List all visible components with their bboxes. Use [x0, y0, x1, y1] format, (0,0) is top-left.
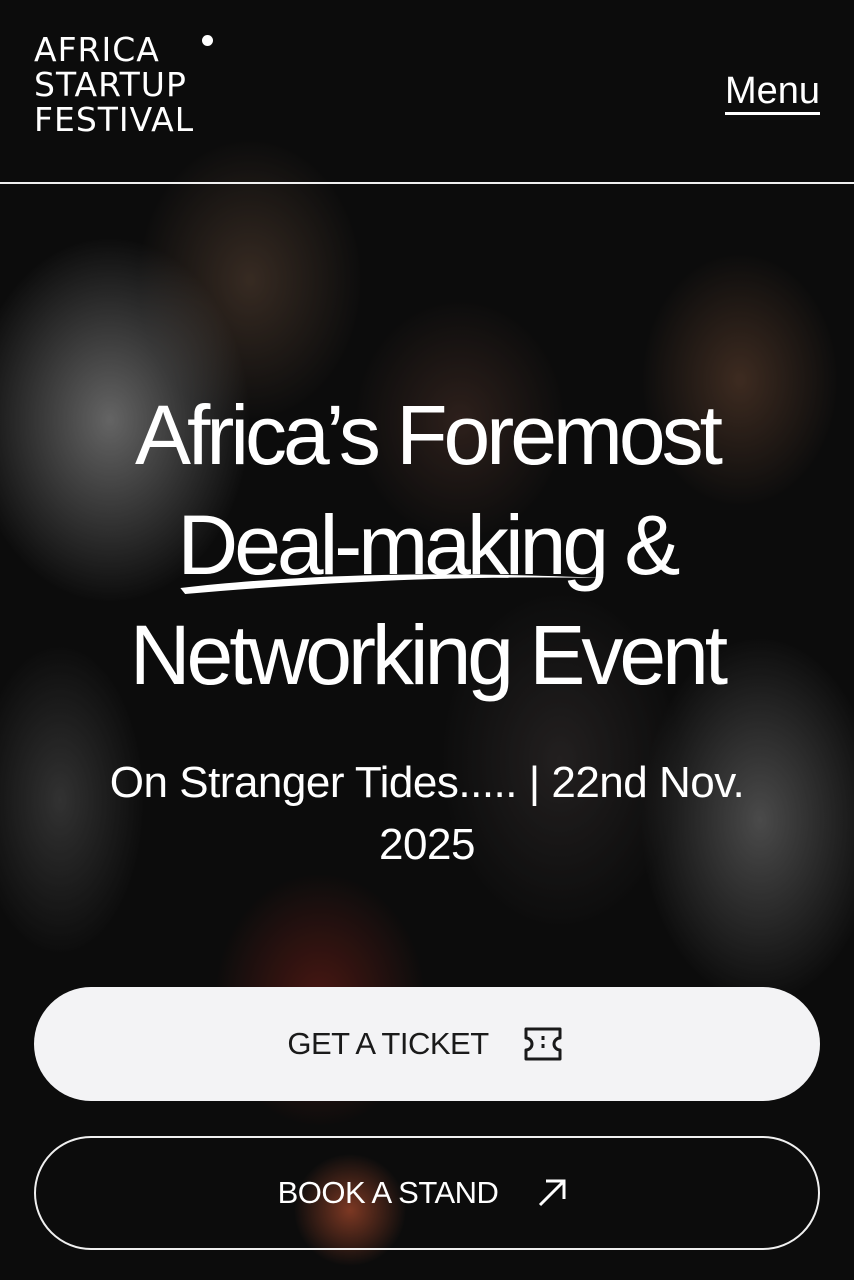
underline-swoosh: [179, 574, 603, 594]
event-tagline-date: On Stranger Tides..... | 22nd Nov. 2025: [109, 758, 745, 869]
get-ticket-button[interactable]: GET A TICKET: [34, 987, 820, 1101]
logo-line-1: AFRICA: [34, 30, 160, 69]
headline-ampersand: &: [605, 498, 680, 592]
logo-dot: [202, 35, 213, 46]
site-header: AFRICA STARTUP FESTIVAL Menu: [0, 0, 854, 184]
headline-line-3: Networking Event: [129, 608, 728, 702]
arrow-up-right-icon: [528, 1173, 576, 1213]
logo-line-2: STARTUP: [34, 65, 187, 104]
ticket-icon: [519, 1024, 567, 1064]
get-ticket-label: GET A TICKET: [287, 1026, 489, 1061]
logo-line-3: FESTIVAL: [34, 100, 195, 139]
headline-line-1: Africa’s Foremost: [135, 388, 723, 482]
site-logo[interactable]: AFRICA STARTUP FESTIVAL: [34, 30, 213, 139]
hero-headline: Africa’s Foremost Deal-making & Networki…: [0, 380, 854, 710]
menu-button[interactable]: Menu: [724, 70, 820, 115]
hero-section: Africa’s Foremost Deal-making & Networki…: [0, 380, 854, 876]
headline-underlined-word: Deal-making: [178, 490, 609, 600]
book-stand-label: BOOK A STAND: [277, 1175, 499, 1210]
book-stand-button[interactable]: BOOK A STAND: [34, 1136, 820, 1250]
